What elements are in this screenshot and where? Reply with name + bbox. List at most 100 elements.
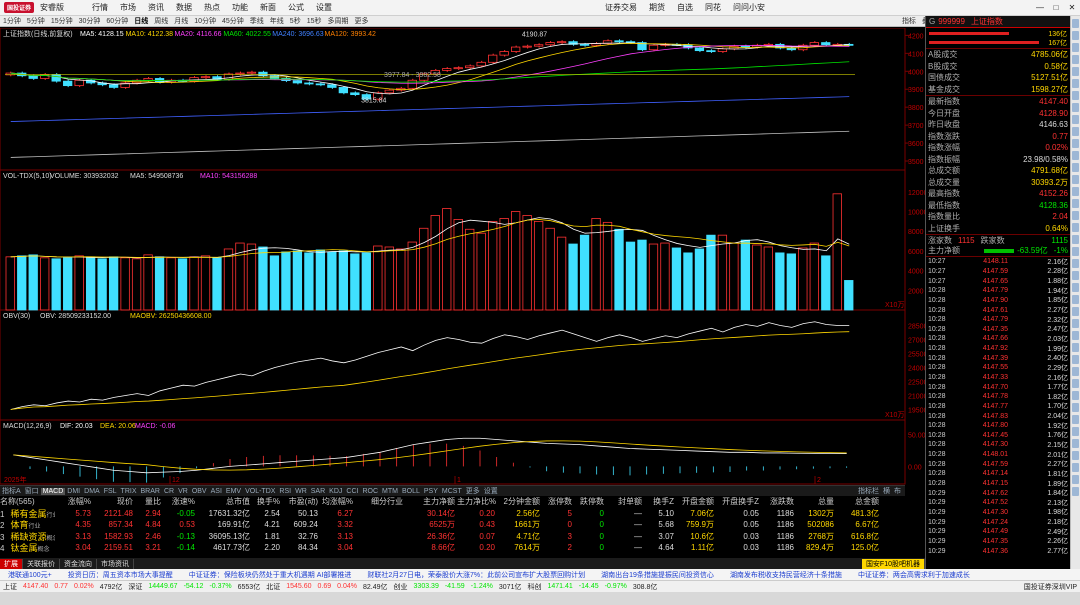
period-12[interactable]: 年线 bbox=[267, 16, 287, 26]
minimize-icon[interactable]: — bbox=[1032, 3, 1048, 12]
indicator-9[interactable]: VR bbox=[176, 488, 190, 495]
col-header-1[interactable]: 涨幅% bbox=[55, 496, 93, 507]
ticker-item[interactable]: 港联通100元+ bbox=[0, 570, 60, 580]
menu-3[interactable]: 数据 bbox=[170, 2, 198, 13]
col-header-5[interactable]: 总市值 bbox=[197, 496, 252, 507]
tab2-0[interactable]: 扩展 bbox=[0, 558, 23, 569]
indicator-15[interactable]: WR bbox=[293, 488, 309, 495]
side-tool-icon[interactable] bbox=[1072, 367, 1079, 376]
side-tool-icon[interactable] bbox=[1072, 55, 1079, 64]
period-15[interactable]: 多周期 bbox=[325, 16, 352, 26]
col-header-3[interactable]: 量比 bbox=[135, 496, 163, 507]
side-tool-icon[interactable] bbox=[1072, 187, 1079, 196]
ticker-item[interactable]: 湖南出台19条措施提振民间投资信心 bbox=[593, 570, 722, 580]
period-8[interactable]: 月线 bbox=[171, 16, 191, 26]
indicator-21[interactable]: BOLL bbox=[400, 488, 422, 495]
ticker-item[interactable]: 投资日历：周五资本市场大事提醒 bbox=[60, 570, 181, 580]
toolbar-right-0[interactable]: 指标 bbox=[899, 16, 919, 26]
table-row[interactable]: 1稀有金属行业5.732121.482.94-0.0517631.32亿2.54… bbox=[0, 508, 905, 520]
menu-6[interactable]: 新面 bbox=[254, 2, 282, 13]
side-tool-icon[interactable] bbox=[1072, 307, 1079, 316]
col-header-6[interactable]: 换手% bbox=[252, 496, 282, 507]
period-5[interactable]: 60分钟 bbox=[103, 16, 131, 26]
table-row[interactable]: 3稀缺资源概念3.131582.932.46-0.1336095.13亿1.81… bbox=[0, 531, 905, 543]
indicator-13[interactable]: VOL-TDX bbox=[243, 488, 277, 495]
col-header-11[interactable]: 主力净比% bbox=[457, 496, 497, 507]
tab2-3[interactable]: 市场资讯 bbox=[97, 558, 134, 569]
indicator-23[interactable]: MCST bbox=[440, 488, 464, 495]
side-tool-icon[interactable] bbox=[1072, 163, 1079, 172]
side-tool-icon[interactable] bbox=[1072, 259, 1079, 268]
col-header-4[interactable]: 涨速% bbox=[163, 496, 197, 507]
indicator-8[interactable]: CR bbox=[162, 488, 176, 495]
col-header-21[interactable]: 总金额 bbox=[836, 496, 881, 507]
side-tool-icon[interactable] bbox=[1072, 139, 1079, 148]
side-tool-icon[interactable] bbox=[1072, 439, 1079, 448]
menu-7[interactable]: 公式 bbox=[282, 2, 310, 13]
col-header-7[interactable]: 市盈(动) bbox=[282, 496, 320, 507]
menu-2[interactable]: 资讯 bbox=[142, 2, 170, 13]
side-tool-icon[interactable] bbox=[1072, 343, 1079, 352]
period-1[interactable]: 1分钟 bbox=[0, 16, 24, 26]
period-4[interactable]: 30分钟 bbox=[76, 16, 104, 26]
side-tool-icon[interactable] bbox=[1072, 127, 1079, 136]
side-tool-icon[interactable] bbox=[1072, 463, 1079, 472]
side-tool-icon[interactable] bbox=[1072, 415, 1079, 424]
side-tool-icon[interactable] bbox=[1072, 427, 1079, 436]
indicator-20[interactable]: MTM bbox=[380, 488, 400, 495]
indicator-16[interactable]: SAR bbox=[309, 488, 327, 495]
side-tool-icon[interactable] bbox=[1072, 283, 1079, 292]
side-tool-icon[interactable] bbox=[1072, 451, 1079, 460]
side-tool-icon[interactable] bbox=[1072, 235, 1079, 244]
ticker-item[interactable]: 财联社2月27日电，荣泰股价大涨7%：此前公司宣布扩大股票回购计划 bbox=[359, 570, 593, 580]
col-header-15[interactable]: 封单额 bbox=[606, 496, 644, 507]
menu-5[interactable]: 功能 bbox=[226, 2, 254, 13]
period-6[interactable]: 日线 bbox=[131, 16, 151, 26]
side-tool-icon[interactable] bbox=[1072, 211, 1079, 220]
side-tool-icon[interactable] bbox=[1072, 331, 1079, 340]
col-header-8[interactable]: 均涨幅% bbox=[320, 496, 355, 507]
indicator-18[interactable]: CCI bbox=[344, 488, 360, 495]
table-row[interactable]: 2 体育行业 4.35 857.34 4.84 0.53 169.91亿 4.21 609.24… bbox=[0, 519, 905, 531]
col-header-9[interactable]: 细分行业 bbox=[355, 496, 405, 507]
side-tool-icon[interactable] bbox=[1072, 295, 1079, 304]
title-right-1[interactable]: 期货 bbox=[643, 2, 671, 13]
indicator-12[interactable]: EMV bbox=[224, 488, 243, 495]
side-tool-icon[interactable] bbox=[1072, 19, 1079, 28]
col-header-20[interactable]: 总量 bbox=[796, 496, 836, 507]
side-tool-icon[interactable] bbox=[1072, 271, 1079, 280]
indicator-right-1[interactable]: 横 bbox=[881, 488, 892, 495]
col-header-2[interactable]: 现价 bbox=[93, 496, 135, 507]
side-tool-icon[interactable] bbox=[1072, 79, 1079, 88]
indicator-24[interactable]: 更多 bbox=[464, 486, 482, 496]
side-tool-icon[interactable] bbox=[1072, 379, 1079, 388]
indicator-14[interactable]: RSI bbox=[277, 488, 293, 495]
period-13[interactable]: 5秒 bbox=[287, 16, 304, 26]
tab2-1[interactable]: 关联报价 bbox=[23, 558, 60, 569]
indicator-right-2[interactable]: 布 bbox=[892, 488, 903, 495]
col-header-18[interactable]: 开盘换手Z bbox=[716, 496, 761, 507]
indicator-right-0[interactable]: 指标栏 bbox=[856, 488, 881, 495]
indicator-25[interactable]: 设置 bbox=[482, 486, 500, 496]
close-icon[interactable]: ✕ bbox=[1064, 3, 1080, 12]
tick-list[interactable]: 10:27 4148.11 2.16亿 10:27 4147.59 2.28亿 10:27 4… bbox=[926, 257, 1070, 556]
tab2-2[interactable]: 资金流向 bbox=[60, 558, 97, 569]
indicator-3[interactable]: DMI bbox=[65, 488, 82, 495]
period-7[interactable]: 周线 bbox=[151, 16, 171, 26]
maximize-icon[interactable]: □ bbox=[1048, 3, 1064, 12]
side-tool-icon[interactable] bbox=[1072, 247, 1079, 256]
col-header-13[interactable]: 涨停数 bbox=[542, 496, 574, 507]
side-tool-icon[interactable] bbox=[1072, 199, 1079, 208]
indicator-7[interactable]: BRAR bbox=[139, 488, 162, 495]
col-header-10[interactable]: 主力净额 bbox=[405, 496, 457, 507]
menu-8[interactable]: 设置 bbox=[310, 2, 338, 13]
col-header-0[interactable]: 名称(565) bbox=[0, 496, 55, 507]
indicator-17[interactable]: KDJ bbox=[327, 488, 344, 495]
side-tool-icon[interactable] bbox=[1072, 151, 1079, 160]
menu-4[interactable]: 热点 bbox=[198, 2, 226, 13]
ticker-item[interactable]: 湖南发布税收支持民营经济十条措施 bbox=[722, 570, 850, 580]
side-tool-icon[interactable] bbox=[1072, 319, 1079, 328]
side-tool-icon[interactable] bbox=[1072, 175, 1079, 184]
indicator-10[interactable]: OBV bbox=[190, 488, 209, 495]
side-tool-icon[interactable] bbox=[1072, 487, 1079, 496]
